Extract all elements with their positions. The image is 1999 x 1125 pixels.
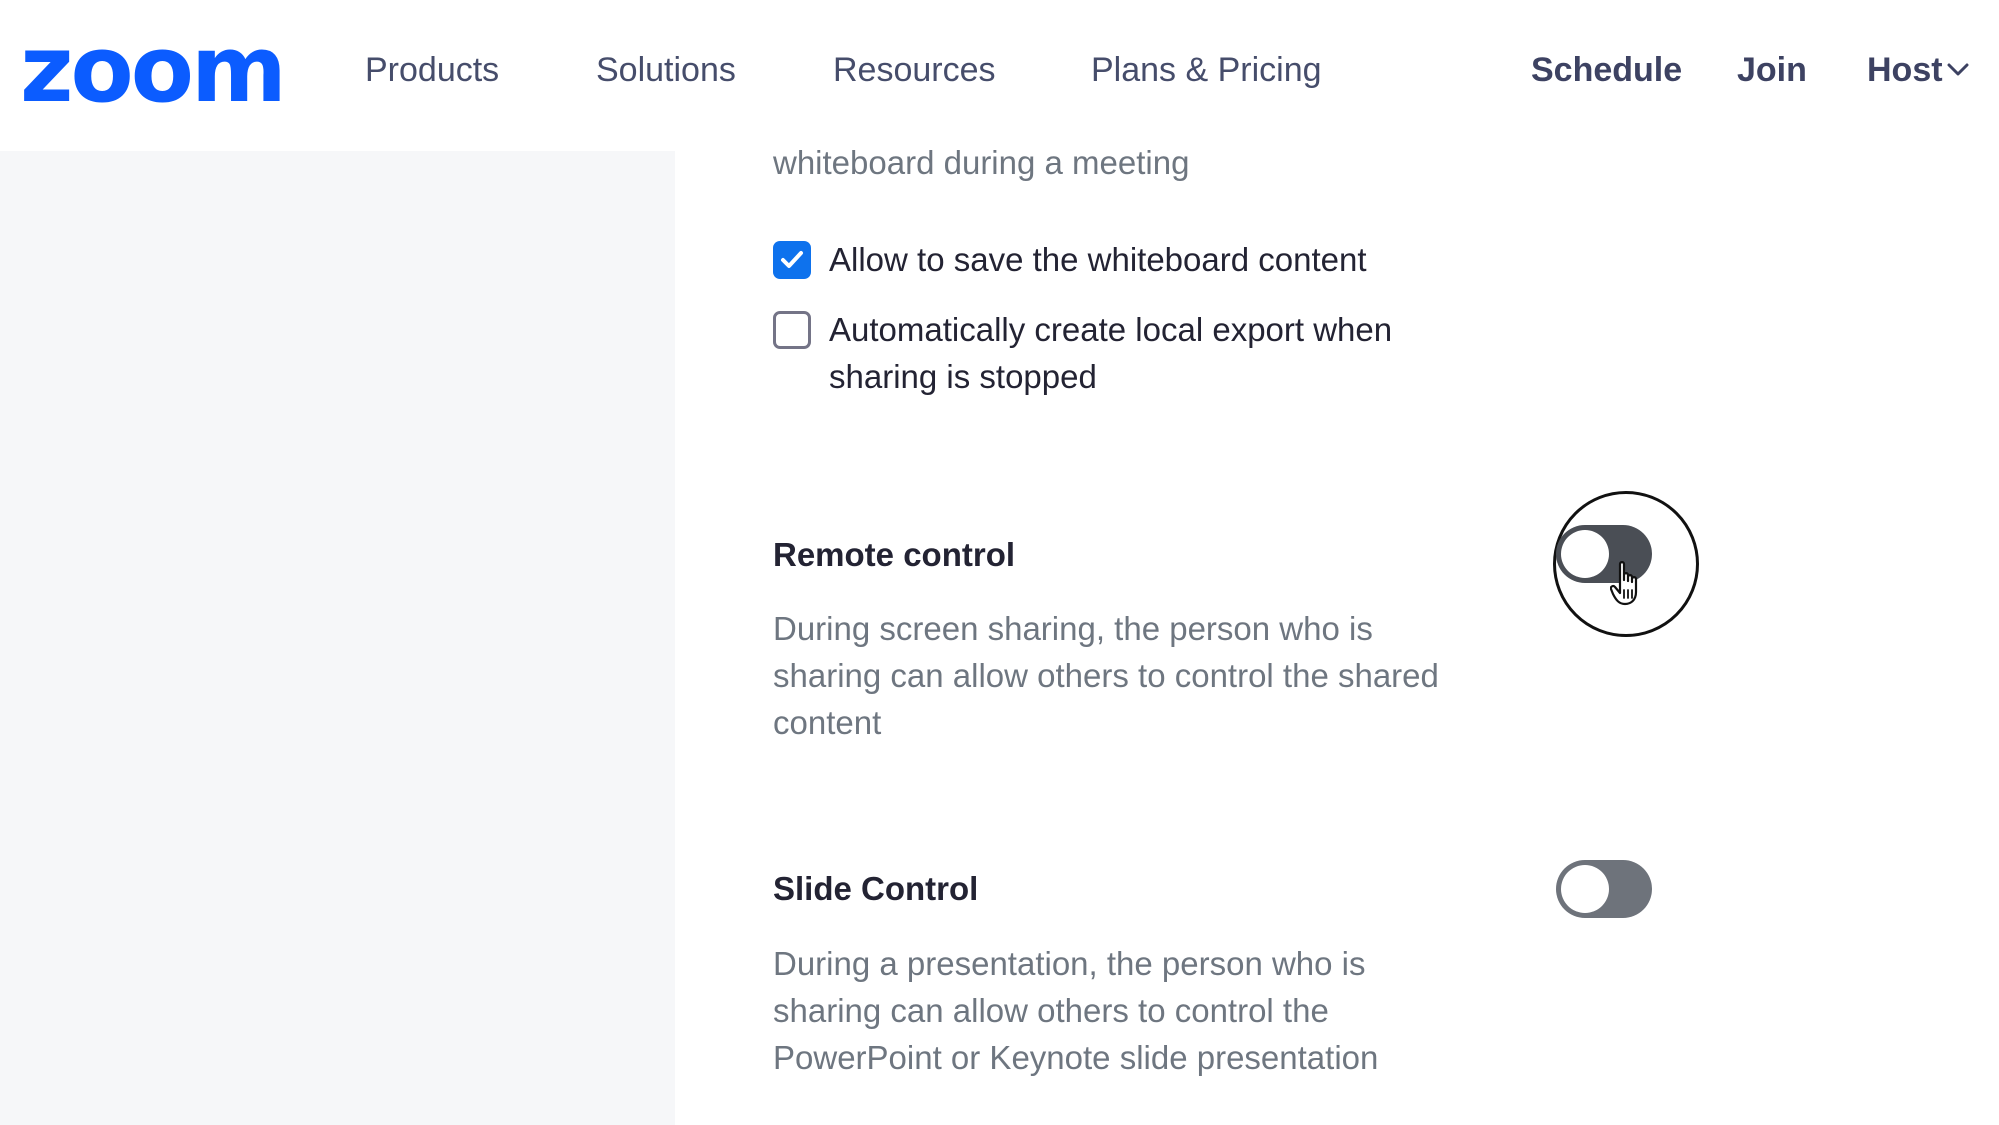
nav-resources[interactable]: Resources — [833, 50, 996, 90]
remote-control-title: Remote control — [773, 536, 1016, 573]
chevron-down-icon[interactable] — [1947, 62, 1969, 78]
remote-control-description-line2: sharing can allow others to control the … — [773, 657, 1439, 694]
nav-join[interactable]: Join — [1737, 50, 1807, 90]
slide-control-description-line3: PowerPoint or Keynote slide presentation — [773, 1039, 1379, 1076]
checkmark-icon — [781, 251, 803, 268]
slide-control-title: Slide Control — [773, 870, 979, 907]
whiteboard-description: whiteboard during a meeting — [773, 144, 1190, 181]
slide-control-description-line1: During a presentation, the person who is — [773, 945, 1366, 982]
slide-control-toggle[interactable] — [1556, 860, 1652, 918]
save-whiteboard-checkbox[interactable] — [773, 241, 811, 279]
zoom-logo[interactable]: zoom — [20, 24, 287, 116]
nav-host[interactable]: Host — [1867, 50, 1943, 90]
slide-control-description-line2: sharing can allow others to control the — [773, 992, 1329, 1029]
top-navigation: zoom Products Solutions Resources Plans … — [0, 0, 1999, 151]
auto-export-label-line2[interactable]: sharing is stopped — [829, 353, 1097, 400]
nav-products[interactable]: Products — [365, 50, 499, 90]
settings-sidebar — [0, 151, 675, 1125]
nav-schedule[interactable]: Schedule — [1531, 50, 1682, 90]
remote-control-description-line1: During screen sharing, the person who is — [773, 610, 1373, 647]
nav-solutions[interactable]: Solutions — [596, 50, 736, 90]
auto-export-label-line1[interactable]: Automatically create local export when — [829, 306, 1392, 353]
auto-export-checkbox[interactable] — [773, 311, 811, 349]
toggle-knob — [1561, 530, 1609, 578]
save-whiteboard-label[interactable]: Allow to save the whiteboard content — [829, 236, 1367, 283]
remote-control-description-line3: content — [773, 704, 882, 741]
hand-pointer-icon — [1610, 561, 1638, 606]
nav-plans-pricing[interactable]: Plans & Pricing — [1091, 50, 1322, 90]
toggle-knob — [1561, 865, 1609, 913]
